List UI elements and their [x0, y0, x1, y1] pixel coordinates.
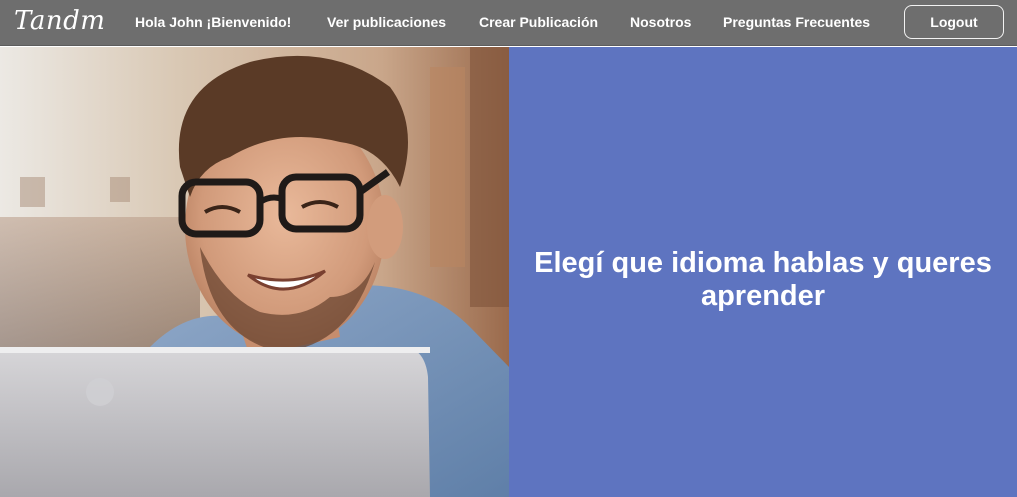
logout-button[interactable]: Logout	[904, 5, 1004, 39]
top-navbar: Tandm Hola John ¡Bienvenido! Ver publica…	[0, 0, 1017, 46]
nav-link-about[interactable]: Nosotros	[630, 14, 691, 31]
nav-link-create-post[interactable]: Crear Publicación	[479, 14, 598, 31]
brand-logo[interactable]: Tandm	[14, 4, 105, 38]
hero-photo	[0, 47, 509, 497]
nav-link-faq[interactable]: Preguntas Frecuentes	[723, 14, 870, 31]
hero-headline: Elegí que idioma hablas y queres aprende…	[534, 247, 992, 312]
hero-panel: Elegí que idioma hablas y queres aprende…	[509, 47, 1017, 497]
nav-link-view-posts[interactable]: Ver publicaciones	[327, 14, 446, 31]
nav-greeting[interactable]: Hola John ¡Bienvenido!	[135, 14, 291, 31]
